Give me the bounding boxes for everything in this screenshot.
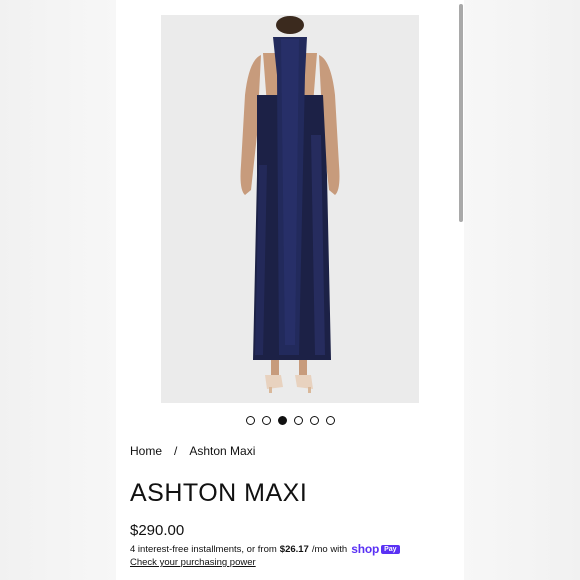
product-page: Home / Ashton Maxi ASHTON MAXI $290.00 4…	[116, 0, 464, 580]
product-image[interactable]	[161, 15, 419, 403]
dress-photo-illustration	[161, 15, 419, 403]
carousel-dot-icon[interactable]	[325, 416, 335, 425]
carousel-dot-icon[interactable]	[261, 416, 271, 425]
product-price: $290.00	[130, 522, 185, 539]
breadcrumb-separator: /	[174, 444, 178, 458]
installment-amount: $26.17	[279, 543, 309, 555]
shop-pay-badge: Pay	[381, 544, 400, 554]
breadcrumb: Home / Ashton Maxi	[130, 444, 255, 458]
shop-pay-logo: shop	[351, 542, 380, 556]
carousel-pagination	[116, 416, 464, 425]
installment-prefix: 4 interest-free installments, or from	[130, 543, 277, 555]
scrollbar-thumb[interactable]	[459, 4, 463, 222]
breadcrumb-home-link[interactable]: Home	[130, 444, 162, 458]
carousel-dot-icon[interactable]	[245, 416, 255, 425]
breadcrumb-current: Ashton Maxi	[189, 444, 256, 458]
carousel-dot-icon[interactable]	[277, 416, 287, 425]
carousel-dot-icon[interactable]	[309, 416, 319, 425]
installment-suffix: /mo with	[311, 543, 348, 555]
check-purchasing-power-link[interactable]: Check your purchasing power	[130, 557, 256, 568]
installment-info: 4 interest-free installments, or from $2…	[130, 542, 400, 556]
scrollbar[interactable]	[458, 0, 464, 580]
carousel-dot-icon[interactable]	[293, 416, 303, 425]
product-title: ASHTON MAXI	[130, 479, 308, 507]
